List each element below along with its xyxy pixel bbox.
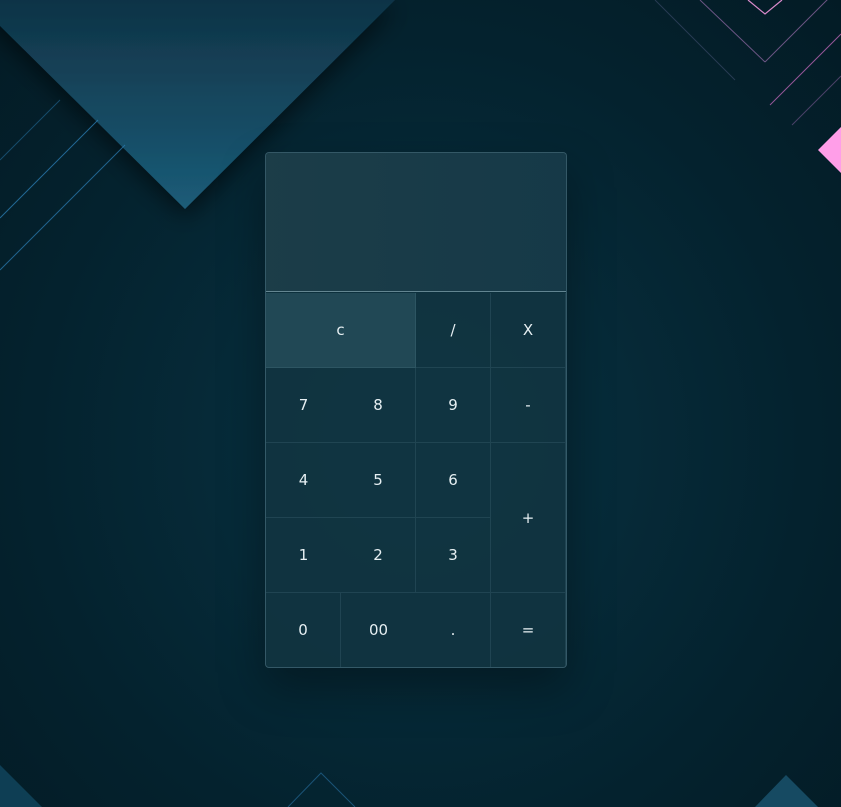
pink-line-1 [654,0,736,81]
multiply-button[interactable]: X [491,293,566,368]
equals-button[interactable]: = [491,593,566,667]
divide-button[interactable]: / [416,293,491,368]
bottom-center-outline [287,772,356,807]
decimal-button[interactable]: . [416,593,491,667]
digit-8-button[interactable]: 8 [341,368,416,443]
pink-line-5 [791,75,841,126]
pink-line-2 [699,0,766,63]
digit-3-button[interactable]: 3 [416,518,491,593]
digit-2-button[interactable]: 2 [341,518,416,593]
blue-line-3 [0,144,126,271]
bottom-right-triangle [755,775,818,807]
pink-line-3 [764,0,828,63]
bottom-left-triangle [0,765,42,807]
digit-5-button[interactable]: 5 [341,443,416,518]
pink-line-4 [769,33,841,106]
digit-4-button[interactable]: 4 [266,443,341,518]
digit-9-button[interactable]: 9 [416,368,491,443]
pink-diamond [818,127,841,173]
pink-chevron [747,0,783,15]
digit-7-button[interactable]: 7 [266,368,341,443]
double-zero-button[interactable]: 00 [341,593,416,667]
digit-1-button[interactable]: 1 [266,518,341,593]
calculator-display [266,153,566,292]
digit-0-button[interactable]: 0 [266,593,341,667]
clear-button[interactable]: c [266,293,416,368]
blue-line-2 [0,119,99,219]
blue-line-1 [0,99,61,161]
digit-6-button[interactable]: 6 [416,443,491,518]
calculator: c / X 7 8 9 - 4 5 6 + 1 2 3 0 00 . = [265,152,567,668]
minus-button[interactable]: - [491,368,566,443]
plus-button[interactable]: + [491,443,566,593]
keypad: c / X 7 8 9 - 4 5 6 + 1 2 3 0 00 . = [266,293,566,667]
